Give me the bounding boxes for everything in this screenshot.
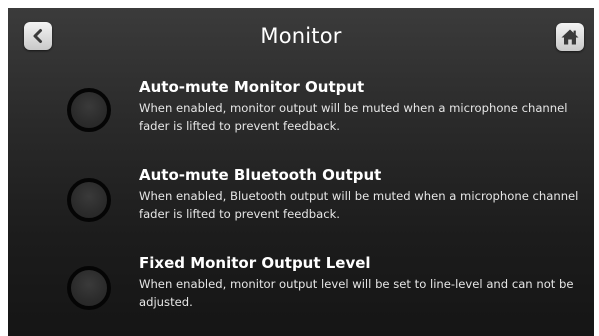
setting-title: Auto-mute Monitor Output [139, 78, 365, 96]
setting-text: Fixed Monitor Output Level When enabled,… [139, 254, 579, 311]
setting-fixed-monitor-level: Fixed Monitor Output Level When enabled,… [8, 254, 594, 334]
setting-description: When enabled, monitor output level will … [139, 277, 574, 309]
screen: Monitor Auto-mute Monitor Output When en… [0, 0, 599, 336]
setting-title: Auto-mute Bluetooth Output [139, 166, 382, 184]
setting-description: When enabled, monitor output will be mut… [139, 101, 568, 133]
setting-auto-mute-monitor: Auto-mute Monitor Output When enabled, m… [8, 78, 594, 158]
auto-mute-monitor-toggle[interactable] [67, 88, 111, 132]
setting-text: Auto-mute Monitor Output When enabled, m… [139, 78, 579, 135]
setting-text: Auto-mute Bluetooth Output When enabled,… [139, 166, 579, 223]
home-icon [561, 29, 579, 45]
monitor-settings-panel: Monitor Auto-mute Monitor Output When en… [8, 8, 594, 336]
home-button[interactable] [556, 23, 584, 51]
setting-title: Fixed Monitor Output Level [139, 254, 371, 272]
auto-mute-bluetooth-toggle[interactable] [67, 178, 111, 222]
setting-description: When enabled, Bluetooth output will be m… [139, 189, 579, 221]
setting-auto-mute-bluetooth: Auto-mute Bluetooth Output When enabled,… [8, 166, 594, 246]
page-title: Monitor [260, 24, 342, 48]
fixed-monitor-level-toggle[interactable] [67, 266, 111, 310]
